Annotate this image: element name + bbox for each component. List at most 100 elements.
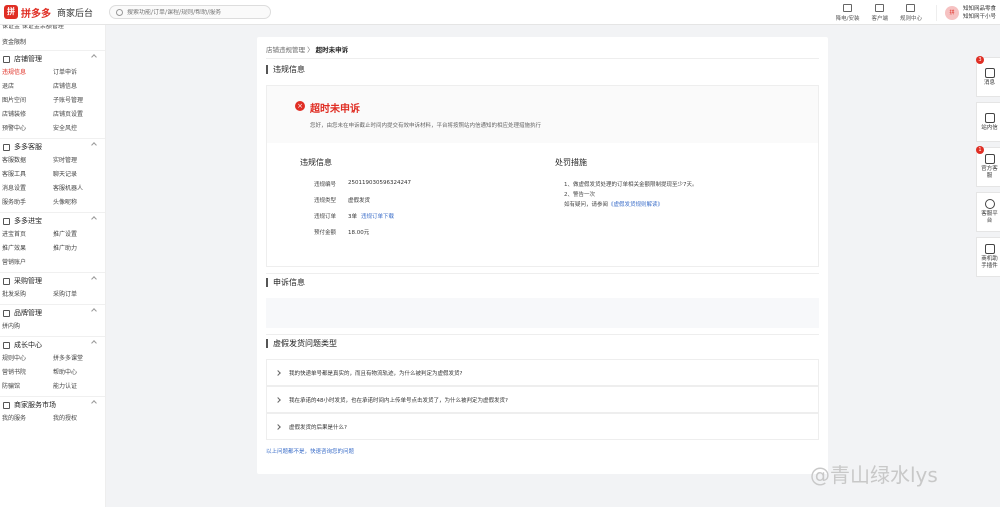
breadcrumb: 店铺违规管理 〉 超时未申诉 — [266, 44, 348, 54]
sidebar-item[interactable]: 客服工具 — [2, 169, 53, 178]
chevron-up-icon — [91, 400, 97, 406]
sidebar-item[interactable]: 子账号管理 — [53, 95, 104, 104]
sidebar-item[interactable]: 拼内购 — [2, 321, 53, 330]
sidebar-item[interactable]: 拼多多课堂 — [53, 353, 104, 362]
sidebar-group-header[interactable]: 商家服务市场 — [0, 397, 105, 413]
rail-label: 消息 — [983, 79, 995, 86]
group-icon — [3, 55, 10, 63]
sidebar-item[interactable]: 客服数据 — [2, 155, 53, 164]
sidebar-items: 我的服务 我的授权 — [0, 413, 105, 422]
search-input[interactable] — [127, 8, 268, 16]
sidebar-group-title: 采购管理 — [14, 277, 42, 285]
brand-logo[interactable]: 拼 拼多多 商家后台 — [4, 5, 93, 20]
sidebar-item[interactable]: 批发采购 — [2, 289, 53, 298]
group-icon — [3, 143, 10, 151]
info-value: 虚假发货 — [348, 198, 371, 204]
info-value: 2501190305963242​47 — [348, 180, 411, 186]
chevron-up-icon — [91, 276, 97, 282]
penalty-line-2: 2、警告一次 — [564, 192, 595, 198]
rules-link[interactable]: 《虚假发货规则解读》 — [608, 202, 663, 208]
badge-count: 1 — [976, 146, 984, 154]
tool-device[interactable]: 降电/安装 — [836, 3, 859, 22]
avatar: 拼 — [944, 5, 959, 20]
sidebar-item[interactable]: 采购订单 — [53, 289, 104, 298]
sidebar-item[interactable]: 能力认证 — [53, 381, 104, 390]
rail-inbox[interactable]: 站内信 — [976, 102, 1000, 142]
logo-subtitle: 商家后台 — [57, 8, 94, 19]
sidebar-item[interactable]: 推广设置 — [53, 229, 104, 238]
sidebar-group-header[interactable]: 多多客服 — [0, 139, 105, 155]
faq-item[interactable]: 我在承诺的48小时发货，也在承诺时间内上传单号点击发货了，为什么被判定为虚假发货… — [266, 386, 819, 413]
sidebar-group-header[interactable]: 多多进宝 — [0, 213, 105, 229]
sidebar-group-header[interactable]: 成长中心 — [0, 337, 105, 353]
chevron-right-icon — [275, 396, 281, 403]
rules-icon — [906, 3, 916, 12]
group-icon — [3, 401, 10, 409]
divider — [266, 273, 819, 274]
sidebar-item[interactable]: 进宝首页 — [2, 229, 53, 238]
sidebar-item[interactable]: 推广助力 — [53, 243, 104, 252]
section-title-appeal: 申诉信息 — [266, 278, 305, 287]
consult-link[interactable]: 以上问题都不是，快速咨询您的问题 — [266, 447, 354, 455]
violation-panel: × 超时未申诉 您好，由您未在申诉截止时间内提交有效申诉材料，平台将按照站内信通… — [266, 85, 819, 267]
rail-messages[interactable]: 3 消息 — [976, 56, 1000, 97]
tool-rules[interactable]: 规则中心 — [900, 3, 922, 22]
sidebar-item[interactable]: 聊天记录 — [53, 169, 104, 178]
faq-item[interactable]: 我的快递单号都是真实的，而且有物流轨迹，为什么被判定为虚假发货? — [266, 359, 819, 386]
info-key: 违规订单 — [314, 214, 337, 220]
sidebar-group-title: 成长中心 — [14, 341, 42, 349]
info-title: 违规信息 — [300, 158, 332, 167]
sidebar-item[interactable]: 安全风控 — [53, 123, 104, 132]
breadcrumb-parent[interactable]: 店铺违规管理 — [266, 46, 305, 54]
sidebar-item[interactable]: 我的服务 — [2, 413, 53, 422]
sidebar-group: 采购管理批发采购 采购订单 — [0, 272, 105, 304]
sidebar-group: 多多进宝 进宝首页 推广设置 推广效果 推广助力 营销账户 — [0, 212, 105, 272]
rail-service-platform[interactable]: 客服平台 — [976, 192, 1000, 232]
global-search[interactable] — [109, 5, 272, 19]
user-menu[interactable]: 拼 知知网品零食 知知网干小号 — [935, 4, 996, 21]
sidebar-item[interactable]: 规则中心 — [2, 353, 53, 362]
sidebar-group-header[interactable]: 采购管理 — [0, 273, 105, 289]
faq-item[interactable]: 虚假发货的后果是什么? — [266, 413, 819, 440]
sidebar-item[interactable]: 防骗馆 — [2, 381, 53, 390]
support-icon — [984, 154, 995, 164]
sidebar-item[interactable]: 图片空间 — [2, 95, 53, 104]
sidebar-group-header[interactable]: 店铺管理 — [0, 51, 105, 67]
sidebar-group: 商家服务市场 我的服务 我的授权 — [0, 396, 105, 428]
sidebar-item[interactable]: 服务助手 — [2, 197, 53, 206]
sidebar-item[interactable]: 店铺页设置 — [53, 109, 104, 118]
sidebar-item[interactable]: 帮助中心 — [53, 367, 104, 376]
sidebar-group-title: 店铺管理 — [14, 55, 42, 63]
search-icon — [116, 8, 124, 16]
divider — [266, 334, 819, 335]
sidebar-item[interactable]: 消息设置 — [2, 183, 53, 192]
sidebar-item[interactable]: 退店 — [2, 81, 53, 90]
breadcrumb-separator: 〉 — [307, 46, 314, 54]
sidebar-item[interactable]: 违规信息 — [2, 67, 53, 76]
sidebar-items: 规则中心 拼多多课堂 营销书院 帮助中心 防骗馆 能力认证 — [0, 353, 105, 390]
sidebar-item[interactable]: 预警中心 — [2, 123, 53, 132]
download-orders-link[interactable]: 违规订单下载 — [361, 212, 394, 220]
sidebar-item[interactable]: 营销账户 — [2, 257, 53, 266]
sidebar-item[interactable]: 营销书院 — [2, 367, 53, 376]
penalty-line-1: 1、做虚假发货处理的订单相关金额限制提现至少7天。 — [564, 182, 698, 188]
sidebar-item[interactable]: 我的授权 — [53, 413, 104, 422]
sidebar-item[interactable]: 客服机器人 — [53, 183, 104, 192]
sidebar-item[interactable]: 推广效果 — [2, 243, 53, 252]
chevron-up-icon — [91, 54, 97, 60]
sidebar-item[interactable]: 店铺装修 — [2, 109, 53, 118]
error-icon: × — [295, 101, 305, 111]
watermark: @青山绿水lys — [810, 463, 938, 487]
device-icon — [843, 3, 853, 12]
sidebar-cut-item[interactable]: 保证金 保证金余额管理 — [0, 25, 105, 34]
sidebar-item[interactable]: 头像昵称 — [53, 197, 104, 206]
sidebar-group-header[interactable]: 品牌管理 — [0, 305, 105, 321]
sidebar-item[interactable]: 实时管理 — [53, 155, 104, 164]
sidebar-item-funds-limit[interactable]: 资金限制 — [0, 34, 105, 50]
sidebar-item[interactable]: 订单申诉 — [53, 67, 104, 76]
rail-official-support[interactable]: 1 官方客服 — [976, 146, 1000, 187]
tool-client[interactable]: 客户端 — [871, 3, 888, 22]
rail-plugin[interactable]: 商机助手插件 — [976, 237, 1000, 277]
chevron-right-icon — [275, 423, 281, 430]
sidebar-item[interactable]: 店铺信息 — [53, 81, 104, 90]
